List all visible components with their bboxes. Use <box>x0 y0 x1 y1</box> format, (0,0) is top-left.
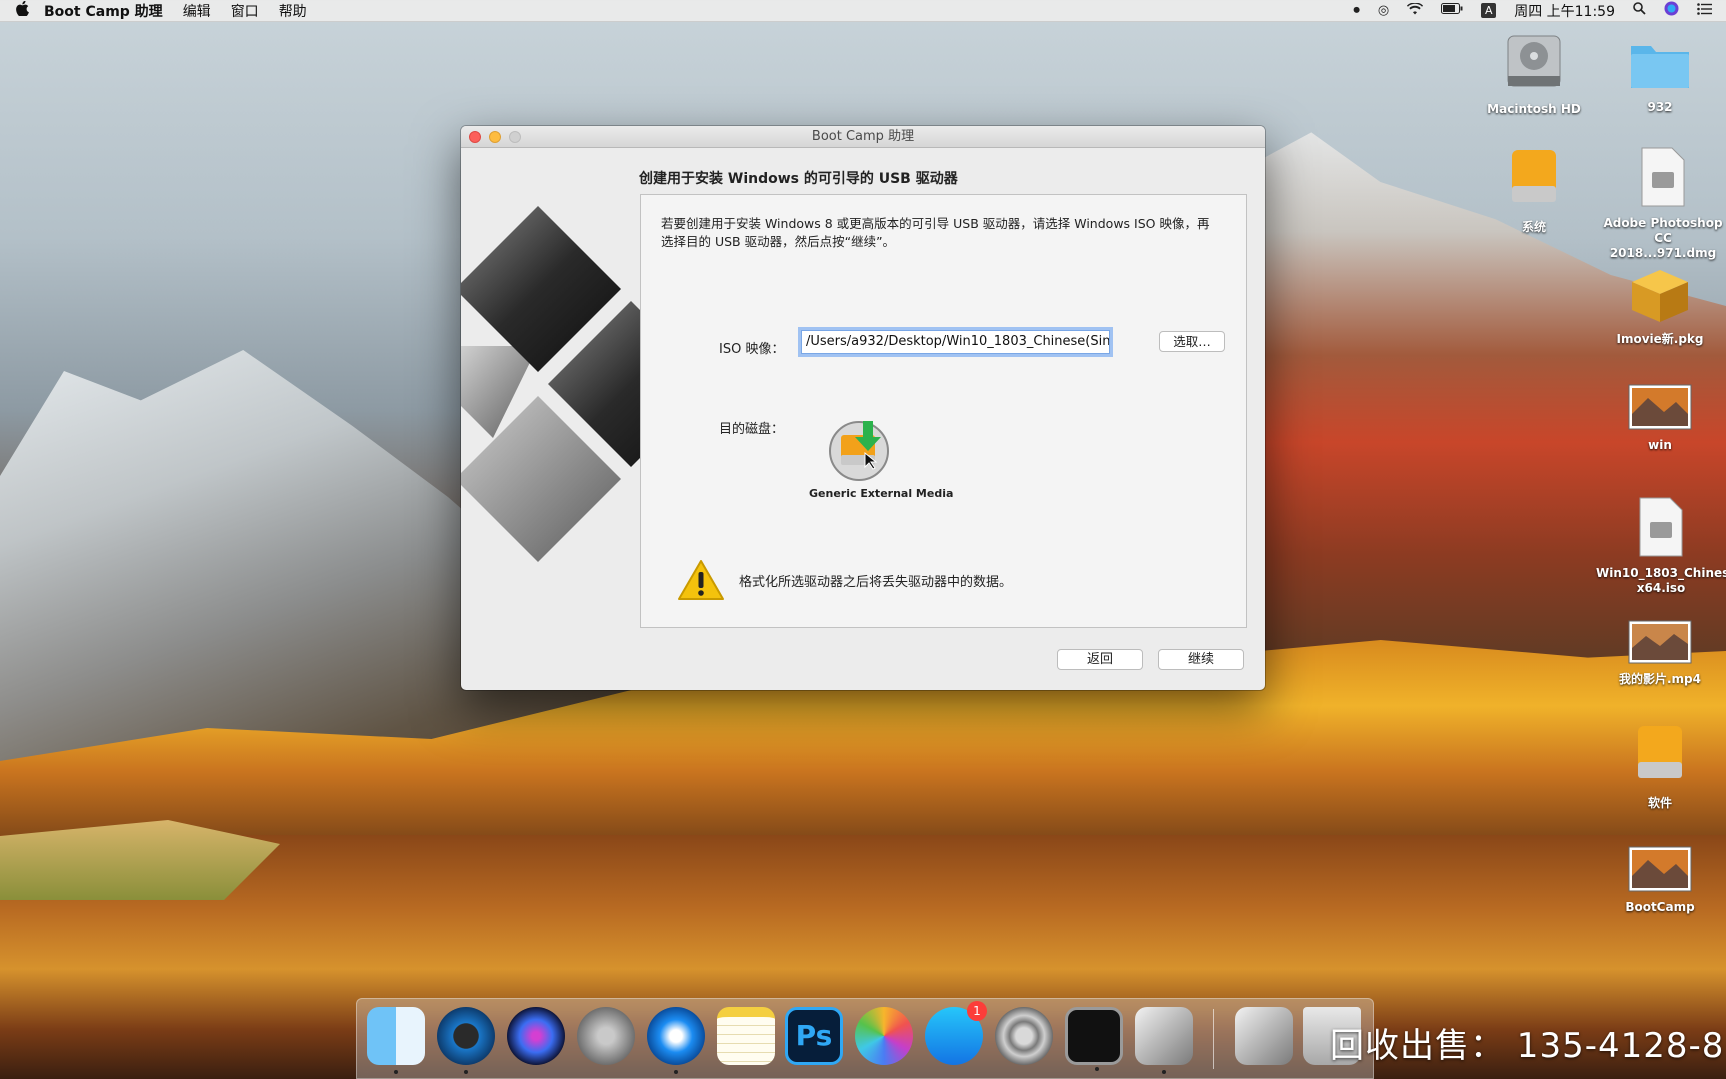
desktop-icon-photoshop-dmg[interactable]: Adobe Photoshop CC 2018...971.dmg <box>1600 146 1726 261</box>
watermark-text: 回收出售： 135-4128-8 <box>1330 1026 1725 1066</box>
desktop-icon-bootcamp[interactable]: BootCamp <box>1600 846 1720 915</box>
disk-name-label: Generic External Media <box>809 487 954 500</box>
launchpad-icon[interactable] <box>577 1007 635 1065</box>
external-drive-icon <box>829 421 889 481</box>
back-button[interactable]: 返回 <box>1057 649 1143 670</box>
warning-row: 格式化所选驱动器之后将丢失驱动器中的数据。 <box>677 559 1012 601</box>
image-icon <box>1628 846 1692 892</box>
desktop-icon-my-movie[interactable]: 我的影片.mp4 <box>1600 620 1720 687</box>
folder-icon <box>1631 46 1689 88</box>
warning-text: 格式化所选驱动器之后将丢失驱动器中的数据。 <box>739 574 1013 590</box>
close-button[interactable] <box>469 131 481 143</box>
desktop-icon-imovie-pkg[interactable]: Imovie新.pkg <box>1600 268 1720 347</box>
screen-record-icon[interactable]: ⏺ <box>1353 3 1360 18</box>
menu-window[interactable]: 窗口 <box>231 1 259 21</box>
photoshop-icon[interactable]: Ps <box>785 1007 843 1065</box>
creative-cloud-icon[interactable]: ◎ <box>1378 3 1389 18</box>
spotlight-search-icon[interactable] <box>1633 2 1646 19</box>
choose-iso-button[interactable]: 选取… <box>1159 331 1225 352</box>
zoom-button[interactable] <box>509 131 521 143</box>
menu-clock[interactable]: 周四 上午11:59 <box>1514 1 1615 21</box>
content-panel: 若要创建用于安装 Windows 8 或更高版本的可引导 USB 驱动器，请选择… <box>640 194 1247 628</box>
battery-icon[interactable] <box>1441 3 1463 18</box>
activity-monitor-icon[interactable] <box>1065 1007 1123 1071</box>
destination-disk-item[interactable]: Generic External Media <box>809 417 954 500</box>
page-heading: 创建用于安装 Windows 的可引导的 USB 驱动器 <box>639 171 958 187</box>
desktop-icon-macintosh-hd[interactable]: Macintosh HD <box>1474 32 1594 117</box>
desktop-icon-software[interactable]: 软件 <box>1600 722 1720 811</box>
menu-app-name[interactable]: Boot Camp 助理 <box>44 1 163 21</box>
input-source-icon[interactable]: A <box>1481 3 1497 18</box>
desktop-icon-win[interactable]: win <box>1600 384 1720 453</box>
dmg-icon <box>1641 147 1685 207</box>
safari-icon[interactable] <box>647 1007 705 1074</box>
dock: Ps 1 <box>356 998 1374 1079</box>
status-area: ⏺ ◎ A 周四 上午11:59 <box>1353 1 1726 21</box>
iso-path-field[interactable]: /Users/a932/Desktop/Win10_1803_Chinese(S… <box>801 330 1110 354</box>
iso-label: ISO 映像： <box>719 342 785 357</box>
menu-edit[interactable]: 编辑 <box>183 1 211 21</box>
wifi-icon[interactable] <box>1407 1 1424 19</box>
warning-icon <box>678 560 724 600</box>
bootcamp-assistant-icon[interactable] <box>1135 1007 1193 1074</box>
photos-icon[interactable] <box>855 1007 913 1065</box>
video-icon <box>1628 620 1692 664</box>
iso-icon <box>1639 497 1683 557</box>
dock-separator <box>1213 1009 1214 1069</box>
desktop-icon-932[interactable]: 932 <box>1600 36 1720 115</box>
image-icon <box>1628 384 1692 430</box>
window-title: Boot Camp 助理 <box>811 129 915 144</box>
quicktime-icon[interactable] <box>437 1007 495 1074</box>
system-preferences-icon[interactable] <box>995 1007 1053 1065</box>
instructions-text: 若要创建用于安装 Windows 8 或更高版本的可引导 USB 驱动器，请选择… <box>661 216 1210 249</box>
app-store-icon[interactable]: 1 <box>925 1001 987 1065</box>
apple-menu-icon[interactable] <box>0 0 44 20</box>
destination-disk-label: 目的磁盘： <box>719 422 785 437</box>
notification-center-icon[interactable] <box>1697 2 1712 19</box>
bootcamp-assistant-icon[interactable] <box>1235 1007 1293 1065</box>
desktop-icon-win10-iso[interactable]: Win10_1803_Chinese(Simpl...) x64.iso <box>1596 496 1726 596</box>
desktop-icon-system[interactable]: 系统 <box>1474 146 1594 235</box>
notes-icon[interactable] <box>717 1007 775 1065</box>
menu-bar: Boot Camp 助理 编辑 窗口 帮助 ⏺ ◎ A 周四 上午11:59 <box>0 0 1726 22</box>
external-drive-icon <box>1512 150 1556 202</box>
finder-icon[interactable] <box>367 1007 425 1074</box>
external-drive-icon <box>1638 726 1682 778</box>
app-store-badge: 1 <box>967 1001 987 1021</box>
continue-button[interactable]: 继续 <box>1158 649 1244 670</box>
window-titlebar[interactable]: Boot Camp 助理 <box>461 126 1265 148</box>
traffic-lights <box>469 131 521 143</box>
menu-help[interactable]: 帮助 <box>279 1 307 21</box>
package-icon <box>1632 270 1688 322</box>
siri-icon[interactable] <box>1664 1 1679 20</box>
minimize-button[interactable] <box>489 131 501 143</box>
siri-dock-icon[interactable] <box>507 1007 565 1065</box>
bootcamp-window: Boot Camp 助理 创建用于安装 Windows 的可引导的 USB 驱动… <box>461 126 1265 690</box>
hard-drive-icon <box>1507 35 1561 87</box>
